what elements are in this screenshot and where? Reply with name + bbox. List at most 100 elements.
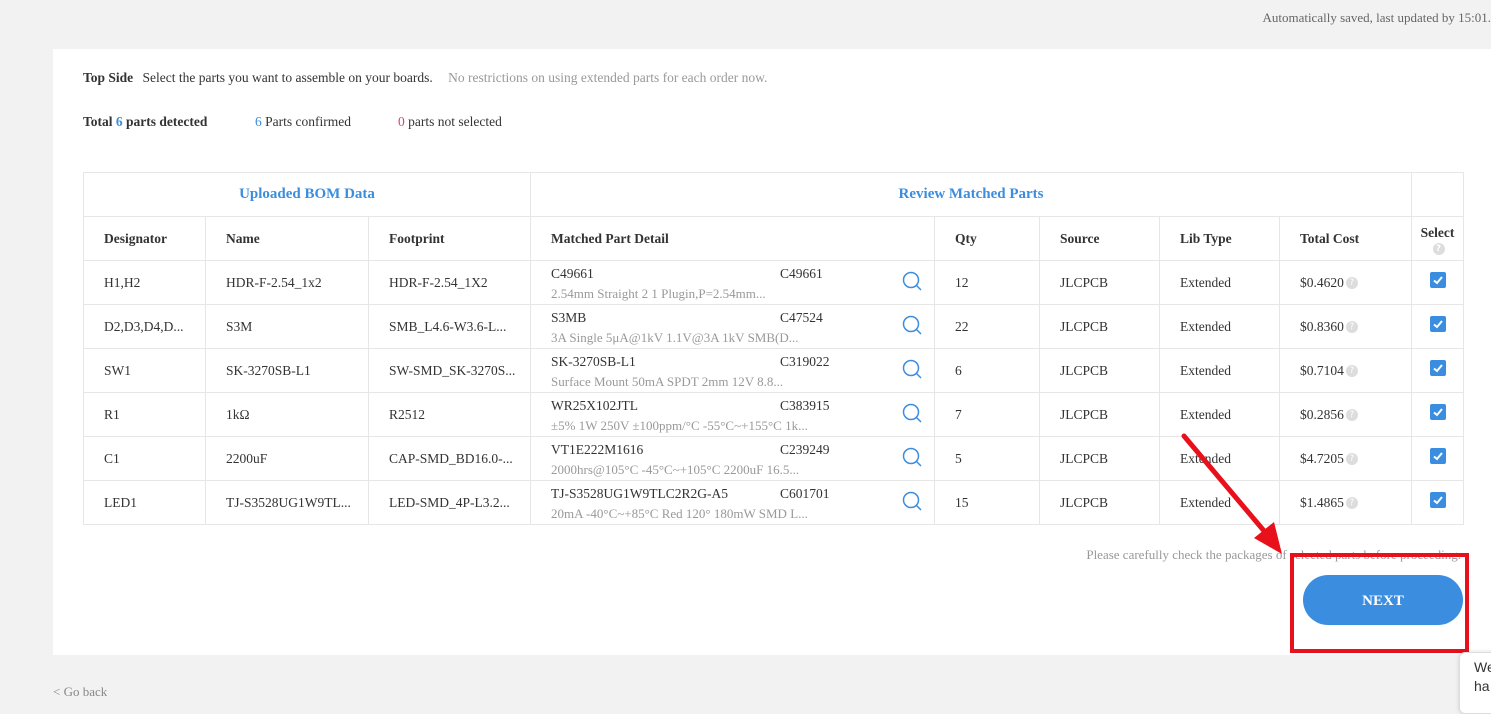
select-checkbox[interactable] bbox=[1429, 271, 1446, 288]
search-icon[interactable] bbox=[902, 359, 922, 379]
libtype-cell: Extended bbox=[1159, 348, 1281, 393]
review-matched-header: Review Matched Parts bbox=[530, 172, 1413, 217]
search-icon[interactable] bbox=[902, 271, 922, 291]
part-code: C239249 bbox=[780, 441, 830, 457]
uploaded-bom-header: Uploaded BOM Data bbox=[82, 172, 532, 217]
source-cell: JLCPCB bbox=[1039, 348, 1161, 393]
matched-part-cell: S3MB C47524 3A Single 5μA@1kV 1.1V@3A 1kV … bbox=[530, 304, 891, 349]
qty-cell: 5 bbox=[934, 436, 1041, 481]
designator-cell: LED1 bbox=[83, 480, 206, 525]
libtype-cell: Extended bbox=[1159, 260, 1281, 305]
cost-value: $0.2856 bbox=[1300, 406, 1344, 422]
search-cell bbox=[890, 480, 936, 525]
col-cost: Total Cost bbox=[1279, 216, 1413, 261]
part-code: C47524 bbox=[780, 309, 823, 325]
search-cell bbox=[890, 392, 936, 437]
go-back-link[interactable]: < Go back bbox=[53, 684, 107, 700]
select-checkbox[interactable] bbox=[1429, 359, 1446, 376]
select-cell bbox=[1411, 348, 1465, 393]
help-icon[interactable]: ? bbox=[1345, 320, 1358, 333]
cost-value: $0.7104 bbox=[1300, 362, 1344, 378]
search-icon[interactable] bbox=[902, 491, 922, 511]
table-row: D2,D3,D4,D... S3M SMB_L4.6-W3.6-L... S3MB C4… bbox=[83, 304, 1465, 349]
help-icon[interactable]: ? bbox=[1345, 496, 1358, 509]
designator-cell: D2,D3,D4,D... bbox=[83, 304, 206, 349]
cost-value: $0.8360 bbox=[1300, 318, 1344, 334]
help-icon[interactable]: ? bbox=[1345, 408, 1358, 421]
source-cell: JLCPCB bbox=[1039, 260, 1161, 305]
source-cell: JLCPCB bbox=[1039, 436, 1161, 481]
name-cell: SK-3270SB-L1 bbox=[205, 348, 369, 393]
qty-cell: 7 bbox=[934, 392, 1041, 437]
part-number: S3MB bbox=[551, 309, 587, 325]
select-checkbox[interactable] bbox=[1429, 315, 1446, 332]
help-icon[interactable]: ? bbox=[1432, 242, 1445, 255]
search-icon[interactable] bbox=[902, 315, 922, 335]
part-description: 2.54mm Straight 2 1 Plugin,P=2.54mm... bbox=[551, 285, 766, 301]
designator-cell: R1 bbox=[83, 392, 206, 437]
autosave-status: Automatically saved, last updated by 15:… bbox=[1262, 10, 1491, 25]
source-cell: JLCPCB bbox=[1039, 392, 1161, 437]
footprint-cell: R2512 bbox=[367, 392, 532, 437]
parts-summary: Total 6 parts detected 6 Parts confirmed… bbox=[83, 114, 502, 130]
col-qty: Qty bbox=[934, 216, 1041, 261]
help-icon[interactable]: ? bbox=[1345, 452, 1358, 465]
chat-widget[interactable]: We ha bbox=[1459, 652, 1491, 714]
top-side-note: No restrictions on using extended parts … bbox=[448, 70, 768, 85]
part-description: 2000hrs@105°C -45°C~+105°C 2200uF 16.5..… bbox=[551, 461, 800, 477]
col-select: Select ? bbox=[1411, 216, 1465, 261]
source-cell: JLCPCB bbox=[1039, 304, 1161, 349]
footprint-cell: SMB_L4.6-W3.6-L... bbox=[367, 304, 532, 349]
search-cell bbox=[890, 348, 936, 393]
help-icon[interactable]: ? bbox=[1345, 364, 1358, 377]
search-cell bbox=[890, 260, 936, 305]
part-description: 3A Single 5μA@1kV 1.1V@3A 1kV SMB(D... bbox=[551, 329, 799, 345]
designator-cell: C1 bbox=[83, 436, 206, 481]
col-source: Source bbox=[1039, 216, 1161, 261]
cost-cell: $1.4865? bbox=[1279, 480, 1413, 525]
cost-cell: $0.4620? bbox=[1279, 260, 1413, 305]
name-cell: 1kΩ bbox=[205, 392, 369, 437]
top-side-instruction: Select the parts you want to assemble on… bbox=[142, 70, 433, 85]
parts-confirmed: 6 Parts confirmed bbox=[255, 114, 351, 129]
cost-value: $0.4620 bbox=[1300, 274, 1344, 290]
select-checkbox[interactable] bbox=[1429, 491, 1446, 508]
select-cell bbox=[1411, 260, 1465, 305]
part-code: C383915 bbox=[780, 397, 830, 413]
qty-cell: 22 bbox=[934, 304, 1041, 349]
name-cell: HDR-F-2.54_1x2 bbox=[205, 260, 369, 305]
col-libtype: Lib Type bbox=[1159, 216, 1281, 261]
libtype-cell: Extended bbox=[1159, 304, 1281, 349]
footprint-cell: SW-SMD_SK-3270S... bbox=[367, 348, 532, 393]
cost-cell: $4.7205? bbox=[1279, 436, 1413, 481]
col-name: Name bbox=[205, 216, 369, 261]
footprint-cell: HDR-F-2.54_1X2 bbox=[367, 260, 532, 305]
select-checkbox[interactable] bbox=[1429, 403, 1446, 420]
designator-cell: SW1 bbox=[83, 348, 206, 393]
cost-cell: $0.8360? bbox=[1279, 304, 1413, 349]
next-highlight-box bbox=[1290, 553, 1469, 653]
name-cell: 2200uF bbox=[205, 436, 369, 481]
select-cell bbox=[1411, 392, 1465, 437]
search-icon[interactable] bbox=[902, 403, 922, 423]
footprint-cell: LED-SMD_4P-L3.2... bbox=[367, 480, 532, 525]
select-cell bbox=[1411, 480, 1465, 525]
table-row: H1,H2 HDR-F-2.54_1x2 HDR-F-2.54_1X2 C49661 C… bbox=[83, 260, 1465, 305]
total-detected: Total 6 parts detected bbox=[83, 114, 208, 129]
matched-part-cell: SK-3270SB-L1 C319022 Surface Mount 50mA SP… bbox=[530, 348, 891, 393]
search-icon[interactable] bbox=[902, 447, 922, 467]
matched-part-cell: VT1E222M1616 C239249 2000hrs@105°C -45°C~+… bbox=[530, 436, 891, 481]
matched-part-cell: WR25X102JTL C383915 ±5% 1W 250V ±100ppm/°C… bbox=[530, 392, 891, 437]
table-row: SW1 SK-3270SB-L1 SW-SMD_SK-3270S... SK-3270… bbox=[83, 348, 1465, 393]
matched-part-cell: TJ-S3528UG1W9TLC2R2G-A5 C601701 20mA -40°C… bbox=[530, 480, 891, 525]
cost-value: $1.4865 bbox=[1300, 494, 1344, 510]
name-cell: S3M bbox=[205, 304, 369, 349]
search-cell bbox=[890, 436, 936, 481]
parts-panel: Top Side Select the parts you want to as… bbox=[53, 49, 1491, 655]
select-checkbox[interactable] bbox=[1429, 447, 1446, 464]
part-number: SK-3270SB-L1 bbox=[551, 353, 636, 369]
help-icon[interactable]: ? bbox=[1345, 276, 1358, 289]
part-number: VT1E222M1616 bbox=[551, 441, 644, 457]
part-code: C601701 bbox=[780, 485, 830, 501]
footprint-cell: CAP-SMD_BD16.0-... bbox=[367, 436, 532, 481]
